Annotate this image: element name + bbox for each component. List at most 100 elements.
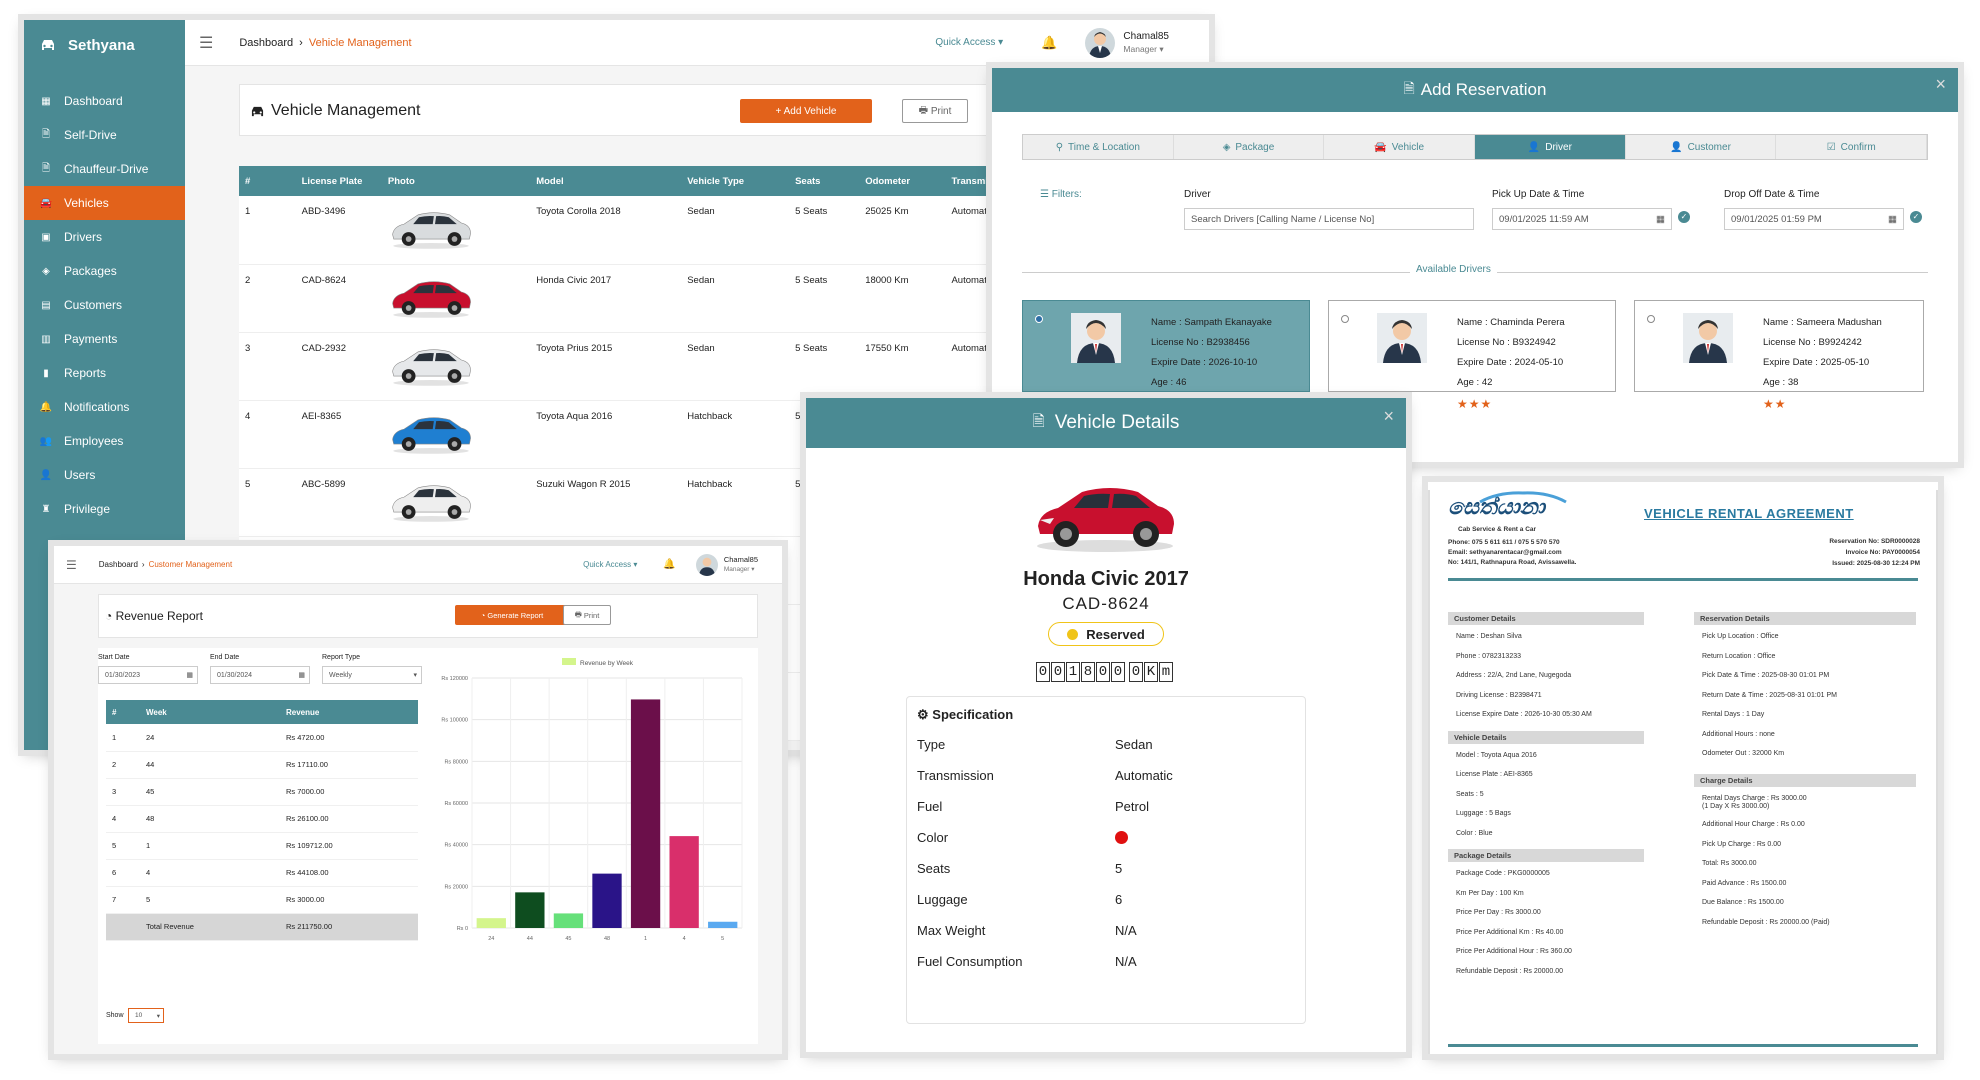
hamburger-icon[interactable]: ☰	[66, 558, 77, 572]
tab-label: Time & Location	[1068, 141, 1140, 153]
sidebar-item-reports[interactable]: ▮ Reports	[24, 356, 185, 390]
bar-chart-icon: ▮	[43, 367, 49, 379]
sidebar-item-label: Users	[64, 468, 96, 482]
report-title-text: Revenue Report	[115, 609, 203, 623]
bar[interactable]	[515, 892, 545, 928]
calendar-icon[interactable]: ▦	[298, 671, 305, 679]
column-header[interactable]: Vehicle Type	[681, 166, 790, 196]
table-cell: Suzuki Wagon R 2015	[530, 468, 682, 537]
close-icon[interactable]: ×	[1935, 74, 1946, 95]
avatar[interactable]	[1085, 27, 1116, 58]
bar[interactable]	[553, 913, 584, 928]
table-row[interactable]: 4 48 Rs 26100.00	[106, 805, 418, 833]
modal-title: Vehicle Details	[1054, 412, 1180, 433]
sidebar-item-employees[interactable]: 👥 Employees	[24, 424, 185, 458]
check-circle-icon: ✓	[1678, 211, 1690, 223]
table-cell: Hatchback	[681, 468, 790, 537]
page-title: Vehicle Management	[271, 102, 421, 119]
user-menu[interactable]: Chamal85 Manager ▾	[1123, 30, 1169, 56]
column-header[interactable]: Week	[140, 700, 280, 724]
end-date-input[interactable]: 01/30/2024 ▦	[210, 666, 310, 684]
sidebar-item-dashboard[interactable]: ▦ Dashboard	[24, 84, 185, 118]
tab-time-location[interactable]: ⚲ Time & Location	[1023, 135, 1174, 159]
id-card-icon: ▣	[41, 231, 51, 243]
charge-detail-line: Due Balance : Rs 1500.00	[1702, 899, 1784, 906]
start-date-input[interactable]: 01/30/2023 ▦	[98, 666, 198, 684]
bar[interactable]	[630, 699, 661, 928]
radio-button[interactable]	[1035, 315, 1043, 323]
user-menu[interactable]: Chamal85 Manager ▾	[724, 555, 758, 575]
driver-search-input[interactable]: Search Drivers [Calling Name / License N…	[1184, 208, 1474, 230]
y-tick-label: Rs 0	[457, 926, 468, 932]
avatar[interactable]	[695, 553, 718, 576]
sidebar-item-chauffeur-drive[interactable]: 🗎 Chauffeur-Drive	[24, 152, 185, 186]
bar[interactable]	[669, 836, 699, 928]
calendar-icon[interactable]: ▦	[186, 671, 193, 679]
add-vehicle-button[interactable]: + Add Vehicle	[740, 99, 872, 123]
chevron-down-icon: ▾	[156, 1012, 160, 1020]
footer-rule	[1448, 1044, 1918, 1047]
brand[interactable]: Sethyana	[24, 20, 185, 70]
driver-card[interactable]: Name : Sampath Ekanayake License No : B29…	[1022, 300, 1310, 392]
sidebar-item-privilege[interactable]: ♜ Privilege	[24, 492, 185, 526]
close-icon[interactable]: ×	[1383, 406, 1394, 427]
pickup-datetime-input[interactable]: 09/01/2025 11:59 AM ▦	[1492, 208, 1672, 230]
driver-card[interactable]: Name : Chaminda Perera License No : B9324…	[1328, 300, 1616, 411]
print-button[interactable]: 🖶 Print	[902, 99, 968, 123]
sidebar-item-packages[interactable]: ◈ Packages	[24, 254, 185, 288]
table-row[interactable]: 7 5 Rs 3000.00	[106, 886, 418, 914]
sidebar-item-drivers[interactable]: ▣ Drivers	[24, 220, 185, 254]
breadcrumb-root[interactable]: Dashboard	[99, 560, 138, 569]
sidebar-item-vehicles[interactable]: 🚘 Vehicles	[24, 186, 185, 220]
tab-confirm[interactable]: ☑ Confirm	[1776, 135, 1928, 159]
column-header[interactable]: #	[106, 700, 140, 724]
driver-card[interactable]: Name : Sameera Madushan License No : B992…	[1634, 300, 1924, 411]
tab-package[interactable]: ◈ Package	[1174, 135, 1325, 159]
sidebar-item-customers[interactable]: ▤ Customers	[24, 288, 185, 322]
spec-row: Luggage 6	[917, 884, 1295, 915]
quick-access-menu[interactable]: Quick Access ▾	[583, 560, 637, 569]
bar[interactable]	[592, 873, 622, 928]
hamburger-icon[interactable]: ☰	[199, 33, 213, 53]
radio-button[interactable]	[1341, 315, 1349, 323]
table-row[interactable]: 1 24 Rs 4720.00	[106, 724, 418, 752]
column-header[interactable]: Revenue	[280, 700, 418, 724]
bar[interactable]	[476, 918, 506, 928]
breadcrumb-root[interactable]: Dashboard	[239, 37, 293, 49]
column-header[interactable]: Model	[530, 166, 682, 196]
page-size-select[interactable]: 10 ▾	[128, 1008, 164, 1023]
column-header[interactable]: License Plate	[295, 166, 382, 196]
quick-access-menu[interactable]: Quick Access ▾	[935, 37, 1003, 48]
calendar-icon[interactable]: ▦	[1888, 214, 1897, 225]
print-button[interactable]: 🖶 Print	[563, 605, 611, 625]
reservation-detail-line: Return Location : Office	[1702, 652, 1776, 660]
table-row[interactable]: 6 4 Rs 44108.00	[106, 859, 418, 887]
sidebar-item-payments[interactable]: ▥ Payments	[24, 322, 185, 356]
bell-icon[interactable]: 🔔	[1041, 35, 1057, 51]
tab-vehicle[interactable]: 🚘 Vehicle	[1324, 135, 1476, 159]
reservation-tabs: ⚲ Time & Location ◈ Package 🚘 Vehicle 👤 Driver 👤…	[1022, 134, 1928, 160]
radio-button[interactable]	[1647, 315, 1655, 323]
column-header[interactable]: Photo	[381, 166, 531, 196]
spec-label: Fuel	[917, 799, 943, 814]
sidebar-item-self-drive[interactable]: 🗎 Self-Drive	[24, 118, 185, 152]
bell-icon[interactable]: 🔔	[663, 559, 675, 570]
bar[interactable]	[708, 921, 738, 928]
generate-report-button[interactable]: ◔ Generate Report	[455, 605, 569, 625]
column-header[interactable]: #	[239, 166, 296, 196]
x-tick-label: 24	[488, 936, 494, 942]
tab-customer[interactable]: 👤 Customer	[1626, 135, 1777, 159]
column-header[interactable]: Odometer	[859, 166, 946, 196]
report-type-select[interactable]: Weekly ▾	[322, 666, 422, 684]
column-header[interactable]: Seats	[789, 166, 860, 196]
table-row[interactable]: 5 1 Rs 109712.00	[106, 832, 418, 860]
dropoff-datetime-input[interactable]: 09/01/2025 01:59 PM ▦	[1724, 208, 1904, 230]
reservation-detail-line: Rental Days : 1 Day	[1702, 711, 1765, 718]
calendar-icon[interactable]: ▦	[1656, 214, 1665, 225]
user-icon: 👤	[39, 469, 53, 481]
table-row[interactable]: 2 44 Rs 17110.00	[106, 751, 418, 779]
sidebar-item-users[interactable]: 👤 Users	[24, 458, 185, 492]
tab-driver[interactable]: 👤 Driver	[1475, 135, 1626, 159]
table-row[interactable]: 3 45 Rs 7000.00	[106, 778, 418, 806]
sidebar-item-notifications[interactable]: 🔔 Notifications	[24, 390, 185, 424]
